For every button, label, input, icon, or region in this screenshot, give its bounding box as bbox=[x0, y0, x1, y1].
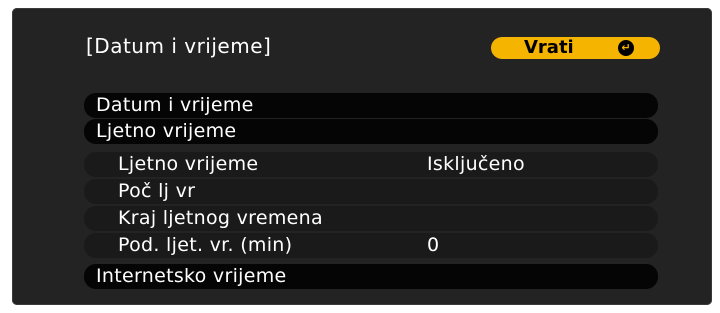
menu-item-date-time[interactable]: Datum i vrijeme bbox=[84, 93, 658, 118]
menu-item-internet-time[interactable]: Internetsko vrijeme bbox=[84, 264, 658, 289]
menu-item-label: Poč lj vr bbox=[118, 180, 196, 202]
menu-item-label: Pod. ljet. vr. (min) bbox=[118, 234, 293, 256]
menu-item-value: 0 bbox=[427, 234, 440, 256]
menu-item-daylight-saving[interactable]: Ljetno vrijeme bbox=[84, 119, 658, 144]
menu-item-value: Isključeno bbox=[427, 153, 525, 175]
menu-item-dst-adjustment[interactable]: Pod. ljet. vr. (min) 0 bbox=[84, 233, 658, 258]
menu-item-label: Ljetno vrijeme bbox=[118, 153, 259, 175]
menu-item-label: Kraj ljetnog vremena bbox=[118, 207, 323, 229]
page-title: [Datum i vrijeme] bbox=[86, 34, 272, 58]
back-button[interactable]: Vrati ↵ bbox=[491, 37, 660, 59]
back-button-label: Vrati bbox=[524, 37, 574, 58]
menu-item-label: Datum i vrijeme bbox=[96, 94, 254, 116]
menu-item-label: Internetsko vrijeme bbox=[96, 265, 287, 287]
menu-item-dst-start[interactable]: Poč lj vr bbox=[84, 179, 658, 204]
enter-icon: ↵ bbox=[618, 40, 634, 56]
menu-item-dst-end[interactable]: Kraj ljetnog vremena bbox=[84, 206, 658, 231]
menu-item-daylight-saving-toggle[interactable]: Ljetno vrijeme Isključeno bbox=[84, 152, 658, 177]
menu-item-label: Ljetno vrijeme bbox=[96, 120, 237, 142]
